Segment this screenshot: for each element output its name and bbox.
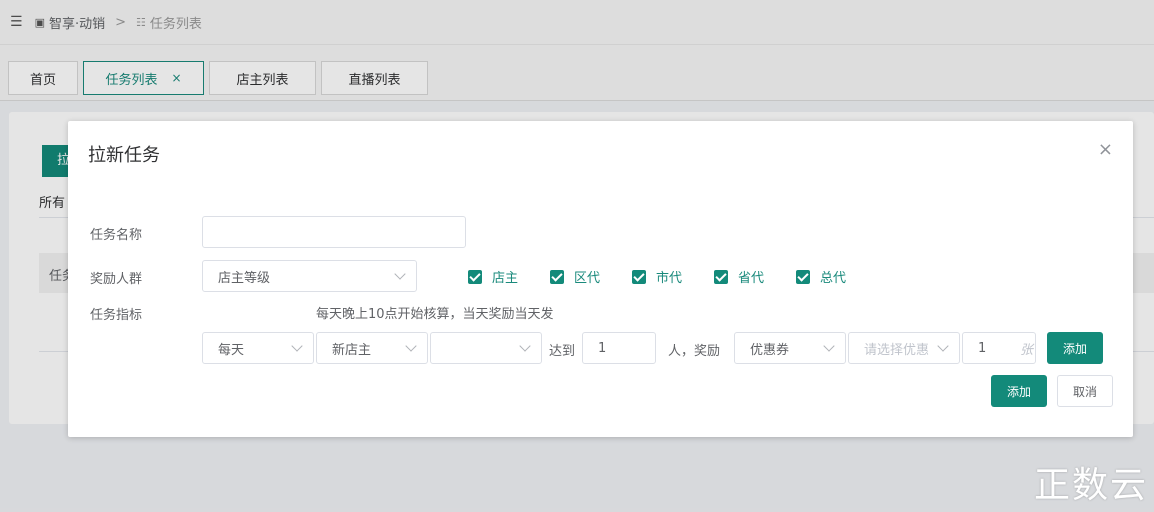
quantity-unit: 张 xyxy=(1019,342,1033,358)
checkbox-city-agent[interactable]: 市代 xyxy=(632,267,682,286)
checkbox-label: 区代 xyxy=(574,271,601,286)
period-select[interactable]: 每天 xyxy=(202,332,314,364)
checkbox-label: 省代 xyxy=(738,271,765,286)
type-select-value: 新店主 xyxy=(332,342,372,358)
third-select[interactable] xyxy=(430,332,542,364)
task-name-input[interactable] xyxy=(202,216,466,248)
dialog-title: 拉新任务 xyxy=(88,145,160,166)
add-indicator-button[interactable]: 添加 xyxy=(1047,332,1103,364)
checkbox-label: 市代 xyxy=(656,271,683,286)
chevron-down-icon xyxy=(519,340,531,352)
reach-label: 达到 xyxy=(549,344,576,359)
indicator-hint: 每天晚上10点开始核算，当天奖励当天发 xyxy=(316,307,554,322)
new-task-dialog: 拉新任务 × 任务名称 奖励人群 店主等级 店主 区代 市代 省代 总代 任务指… xyxy=(68,121,1133,437)
watermark: 正数云 xyxy=(1033,465,1148,506)
coupon-select[interactable]: 请选择优惠 xyxy=(848,332,960,364)
reward-type-select[interactable]: 优惠券 xyxy=(734,332,846,364)
quantity-input[interactable]: 1 张 xyxy=(962,332,1036,364)
people-reward-label: 人，奖励 xyxy=(668,344,721,359)
coupon-select-placeholder: 请选择优惠 xyxy=(864,342,930,358)
checkbox-checked-icon xyxy=(632,269,646,284)
quantity-value: 1 xyxy=(978,340,987,356)
chevron-down-icon xyxy=(823,340,835,352)
reach-count-value: 1 xyxy=(598,340,607,356)
chevron-down-icon xyxy=(937,340,949,352)
checkbox-checked-icon xyxy=(714,269,728,284)
cancel-button[interactable]: 取消 xyxy=(1057,375,1113,407)
task-name-label: 任务名称 xyxy=(90,228,143,243)
checkbox-label: 总代 xyxy=(820,271,847,286)
reward-group-select-value: 店主等级 xyxy=(218,270,271,286)
reach-count-input[interactable]: 1 xyxy=(582,332,656,364)
chevron-down-icon xyxy=(405,340,417,352)
chevron-down-icon xyxy=(394,268,406,280)
task-indicator-label: 任务指标 xyxy=(90,308,143,323)
reward-type-select-value: 优惠券 xyxy=(750,342,790,358)
checkbox-general-agent[interactable]: 总代 xyxy=(796,267,846,286)
close-icon[interactable]: × xyxy=(1098,139,1113,160)
checkbox-checked-icon xyxy=(550,269,564,284)
period-select-value: 每天 xyxy=(218,342,245,358)
checkbox-province-agent[interactable]: 省代 xyxy=(714,267,764,286)
checkbox-shopkeeper[interactable]: 店主 xyxy=(468,267,518,286)
reward-group-label: 奖励人群 xyxy=(90,272,143,287)
reward-group-select[interactable]: 店主等级 xyxy=(202,260,417,292)
checkbox-checked-icon xyxy=(796,269,810,284)
type-select[interactable]: 新店主 xyxy=(316,332,428,364)
submit-add-button[interactable]: 添加 xyxy=(991,375,1047,407)
checkbox-checked-icon xyxy=(468,269,482,284)
checkbox-label: 店主 xyxy=(492,271,519,286)
checkbox-district-agent[interactable]: 区代 xyxy=(550,267,600,286)
chevron-down-icon xyxy=(291,340,303,352)
